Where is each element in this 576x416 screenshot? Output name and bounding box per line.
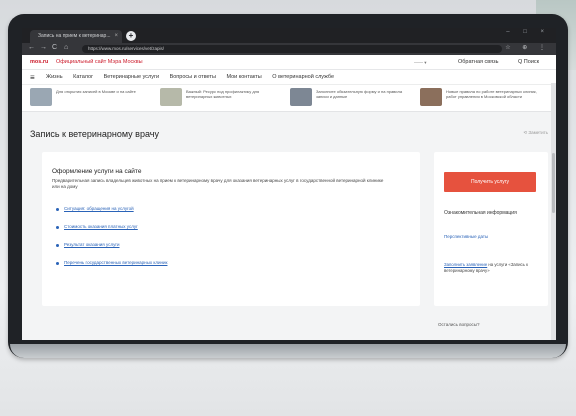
menu-items: Жизнь Каталог Ветеринарные услуги Вопрос… [46,74,343,80]
news-thumbnail [420,88,442,106]
service-link[interactable]: Ситуация: обращения на услугой [64,206,134,211]
browser-toolbar: ← → C ⌂ https://www.mos.ru/services/vet/… [22,43,556,55]
dates-link[interactable]: Перспективные даты [444,234,488,239]
site-title[interactable]: Официальный сайт Мэра Москвы [56,59,143,65]
site-logo[interactable]: mos.ru [30,59,48,65]
browser-window: Запись на прием к ветеринар... × + – □ ×… [22,28,556,340]
search-button[interactable]: Q Поиск [518,59,539,65]
service-link[interactable]: Результат оказания услуги [64,242,119,247]
news-thumbnail [30,88,52,106]
news-item[interactable]: Новые правила по работе ветеринарных кли… [420,88,544,108]
info-heading: Ознакомительная информация [444,210,517,216]
page-title: Запись к ветеринарному врачу [30,129,159,139]
menu-item[interactable]: О ветеринарной службе [272,74,334,80]
browser-tab[interactable]: Запись на прием к ветеринар... × [30,30,122,43]
tab-title: Запись на прием к ветеринар... [38,33,111,39]
news-item[interactable]: Заполните обязательную форму и на правил… [290,88,414,108]
scrollbar[interactable] [551,83,556,340]
service-link[interactable]: Перечень государственных ветеринарных кл… [64,260,167,265]
tab-bar: Запись на прием к ветеринар... × + – □ × [22,28,556,43]
menu-item[interactable]: Каталог [73,74,93,80]
service-link[interactable]: Стоимость оказания платных услуг [64,224,138,229]
bullet-icon [56,226,59,229]
menu-item[interactable]: Ветеринарные услуги [104,74,159,80]
menu-item[interactable]: Вопросы и ответы [170,74,216,80]
news-thumbnail [290,88,312,106]
card-description: Предварительная запись владельцев животн… [52,178,384,189]
news-strip: Для открытия записей в Москве и на сайте… [22,85,556,112]
back-icon[interactable]: ← [28,44,35,51]
news-thumbnail [160,88,182,106]
bullet-icon [56,244,59,247]
new-tab-button[interactable]: + [126,31,136,41]
application-note: Заполнить заявление на услуги «Запись к … [444,262,542,273]
home-icon[interactable]: ⌂ [64,44,68,51]
bullet-icon [56,208,59,211]
news-item[interactable]: Важный: Ресурс под профилактику для вете… [160,88,284,108]
laptop-base [10,344,566,358]
scroll-thumb[interactable] [552,153,555,213]
news-text: Заполните обязательную форму и на правил… [316,89,403,99]
bullet-icon [56,262,59,265]
menu-icon[interactable]: ≡ [30,73,35,82]
main-menu: ≡ Жизнь Каталог Ветеринарные услуги Вопр… [22,70,556,85]
site-header: mos.ru Официальный сайт Мэра Москвы —— ▾… [22,55,556,70]
card-heading: Оформление услуги на сайте [52,168,142,175]
language-select[interactable]: —— ▾ [414,60,427,66]
menu-item[interactable]: Жизнь [46,74,63,80]
service-sidebar: Получить услугу Ознакомительная информац… [434,152,548,306]
questions-link[interactable]: Остались вопросы? [438,322,480,327]
news-text: Новые правила по работе ветеринарных кли… [446,89,537,99]
application-link[interactable]: Заполнить заявление [444,262,487,267]
get-service-button[interactable]: Получить услугу [444,172,536,192]
news-item[interactable]: Для открытия записей в Москве и на сайте [30,88,154,108]
window-controls[interactable]: – □ × [506,29,550,35]
toolbar-icons[interactable]: ☆ ⊕ ⋮ [505,44,550,51]
close-tab-icon[interactable]: × [114,30,118,43]
address-bar[interactable]: https://www.mos.ru/services/vet/zapis/ [82,45,502,53]
service-card: Оформление услуги на сайте Предварительн… [42,152,420,306]
reload-icon[interactable]: C [52,44,57,51]
news-text: Важный: Ресурс под профилактику для вете… [186,89,260,99]
feedback-link[interactable]: Обратная связь [458,59,499,65]
menu-item[interactable]: Мои контакты [226,74,261,80]
share-link[interactable]: ⟲ Заметить [523,130,548,136]
news-text: Для открытия записей в Москве и на сайте [56,89,136,94]
forward-icon[interactable]: → [40,44,47,51]
